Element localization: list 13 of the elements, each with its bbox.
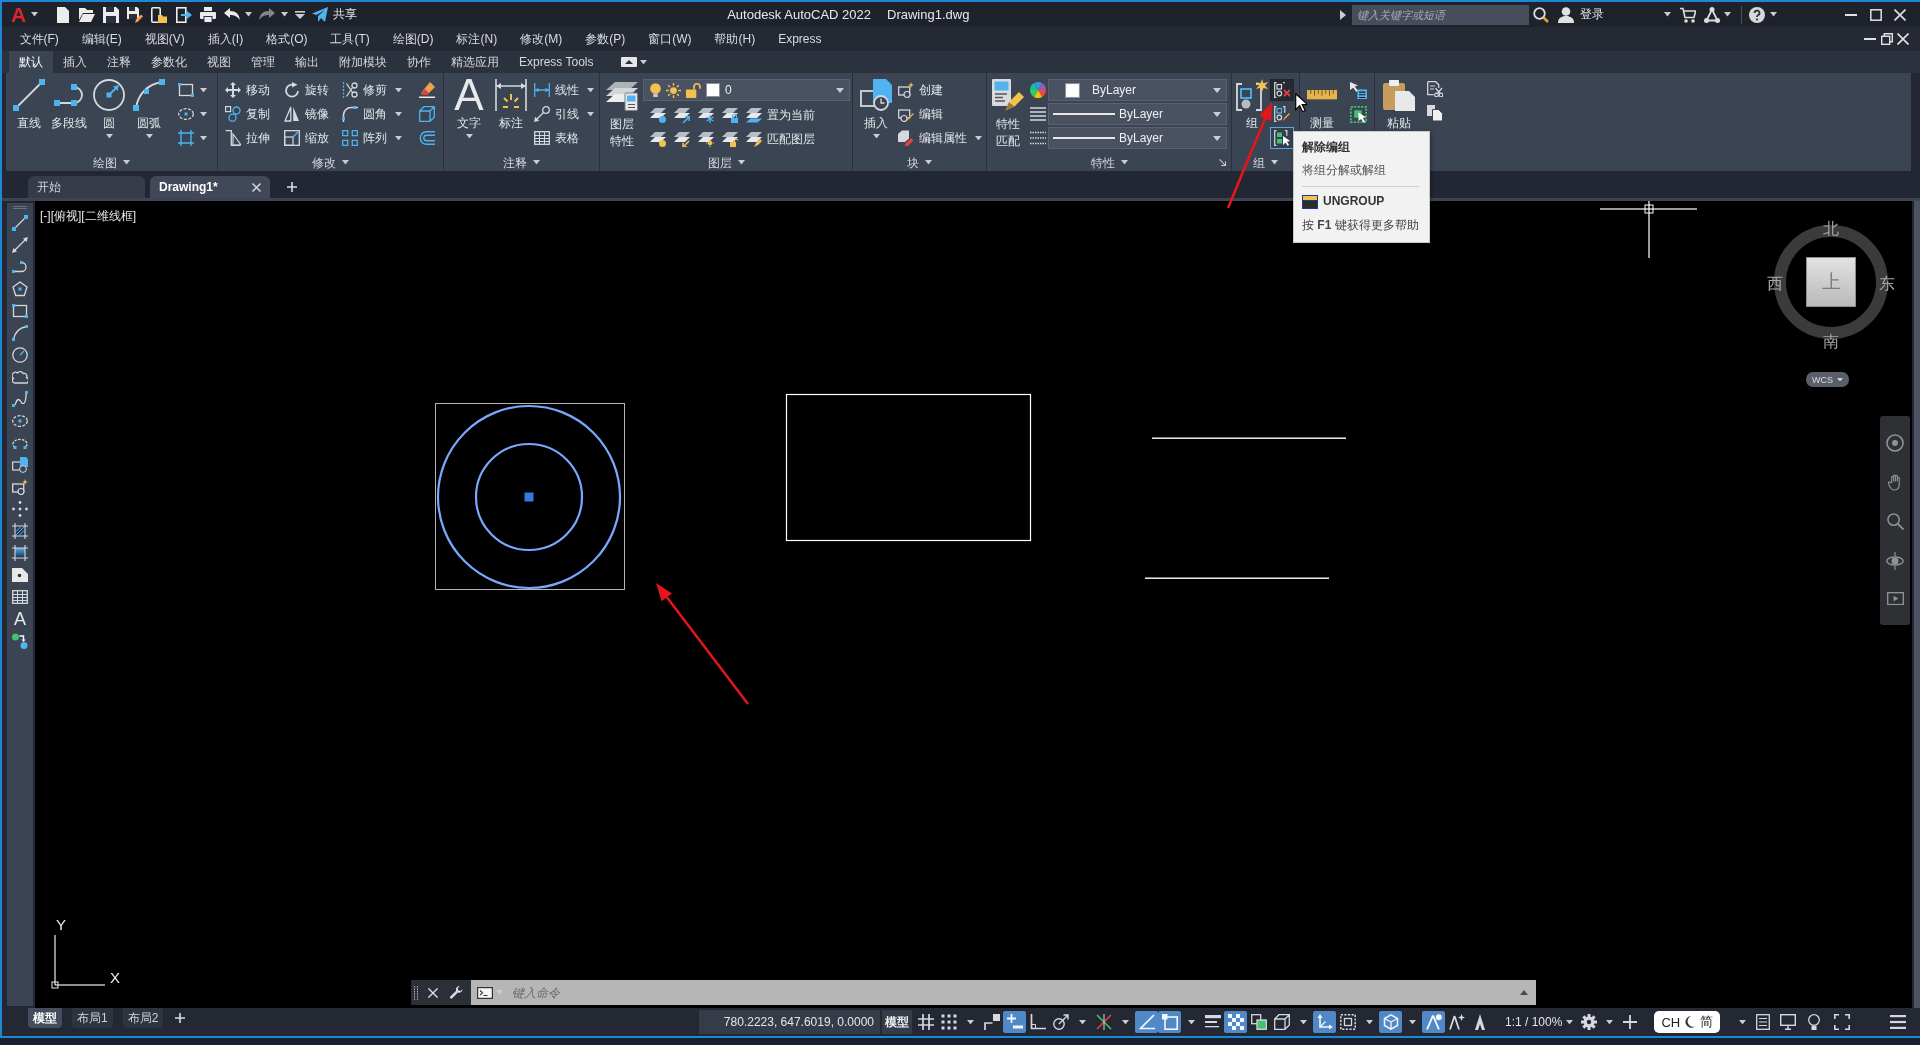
- command-name: UNGROUP: [1323, 194, 1385, 209]
- axis-label: Y: [56, 917, 66, 933]
- compass-label: 北: [1823, 220, 1839, 238]
- compass-label: 东: [1879, 275, 1895, 293]
- tooltip-title: 解除编组: [1302, 140, 1351, 155]
- window-title: Autodesk AutoCAD 2022: [727, 7, 871, 22]
- compass-label: 南: [1823, 333, 1839, 351]
- document-title: Drawing1.dwg: [887, 7, 970, 22]
- tooltip-description: 将组分解或解组: [1302, 163, 1387, 178]
- help-hint: 按 F1 键获得更多帮助: [1302, 218, 1419, 233]
- axis-label: X: [110, 970, 120, 986]
- compass-label: 西: [1767, 275, 1783, 293]
- coordinates-readout: 780.2223, 647.6019, 0.0000: [699, 1010, 880, 1034]
